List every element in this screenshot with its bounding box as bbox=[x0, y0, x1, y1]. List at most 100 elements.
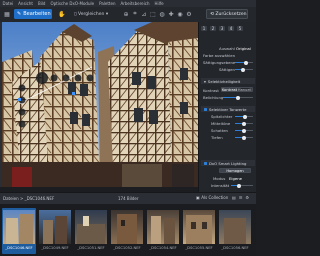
smart-mode-button[interactable]: Homogen bbox=[219, 168, 251, 173]
chevron-down-icon: ▾ bbox=[105, 12, 109, 17]
modus-label: Modus bbox=[213, 176, 226, 181]
menu-bar: Datei Ansicht Bild Optische DxO-Module P… bbox=[0, 0, 256, 7]
pencil-icon: ✎ bbox=[17, 11, 22, 17]
spitzlichter-label: Spitzlichter bbox=[211, 114, 233, 119]
section-smart-lighting[interactable]: DxO Smart Lighting bbox=[201, 160, 255, 166]
belichtung-label: Belichtung bbox=[203, 95, 224, 100]
mitteltone-label: Mitteltöne bbox=[211, 121, 231, 126]
filmstrip-item[interactable]: _DSC1046.NEF bbox=[2, 208, 36, 254]
gear-icon[interactable]: ⚙ bbox=[185, 10, 193, 18]
tab-3[interactable]: 3 bbox=[219, 25, 225, 31]
schatten-label: Schatten bbox=[211, 128, 228, 133]
section-smart-label: DxO Smart Lighting bbox=[209, 160, 247, 166]
zoom-icon[interactable]: ⊕ bbox=[122, 10, 130, 18]
section-tones[interactable]: Selektiver Tonwerte bbox=[201, 106, 255, 112]
sattigung-label: Sättigungsebene bbox=[203, 60, 236, 65]
filmstrip: _DSC1046.NEF _DSC1049.NEF _DSC1051.NEF _… bbox=[0, 204, 256, 256]
intensitat-slider[interactable] bbox=[231, 183, 253, 188]
filmstrip-item[interactable]: _DSC1055.NEF bbox=[182, 208, 216, 254]
toolbar: ▦ ✎ Bearbeiten ✋ ▯ Vergleichen ▾ ⊕ ⌗ ⊿ ⬚… bbox=[0, 7, 256, 23]
hand-icon[interactable]: ✋ bbox=[58, 10, 66, 18]
compare-label: Vergleichen bbox=[77, 12, 105, 17]
mode-option-manuell[interactable]: Manuell bbox=[237, 88, 252, 92]
thumbnail-caption: _DSC1049.NEF bbox=[41, 246, 69, 250]
filmstrip-item[interactable]: _DSC1054.NEF bbox=[146, 208, 180, 254]
filmstrip-item[interactable]: _DSC1051.NEF bbox=[74, 208, 108, 254]
compare-icon: ▯ bbox=[74, 12, 77, 17]
menu-view[interactable]: Ansicht bbox=[16, 1, 36, 6]
mode-toggle[interactable]: Kontrast Manuell bbox=[221, 87, 253, 92]
settings-icon[interactable]: ⚙ bbox=[245, 195, 249, 200]
belichtung-slider[interactable] bbox=[223, 95, 253, 100]
panel-tabs: 1 2 3 4 5 bbox=[199, 22, 256, 34]
tab-1[interactable]: 1 bbox=[201, 25, 207, 31]
menu-file[interactable]: Datei bbox=[0, 1, 16, 6]
compare-dropdown[interactable]: ▯ Vergleichen ▾ bbox=[74, 10, 108, 19]
menu-image[interactable]: Bild bbox=[35, 1, 48, 6]
tiefen-label: Tiefen bbox=[211, 135, 223, 140]
thumbnail-caption: _DSC1055.NEF bbox=[185, 246, 213, 250]
image-count: 174 Bilder bbox=[118, 196, 139, 201]
thumbnail-image bbox=[111, 210, 143, 244]
sattigung-slider[interactable] bbox=[235, 60, 253, 65]
local-adjust-icon[interactable]: ◍ bbox=[158, 10, 166, 18]
tiefen-slider[interactable] bbox=[235, 135, 253, 140]
checkbox-icon[interactable] bbox=[204, 107, 207, 111]
auswahl-value[interactable]: Original bbox=[236, 46, 251, 51]
photo-image bbox=[2, 22, 198, 187]
modus-value[interactable]: Eigene bbox=[229, 176, 242, 181]
thumbnail-caption: _DSC1046.NEF bbox=[5, 246, 33, 250]
thumbnail-caption: _DSC1052.NEF bbox=[113, 246, 141, 250]
collection-label: Als Collection bbox=[201, 195, 229, 200]
collection-button[interactable]: ▣ Als Collection bbox=[196, 195, 228, 200]
tab-4[interactable]: 4 bbox=[228, 25, 234, 31]
perspective-icon[interactable]: ⬚ bbox=[149, 10, 157, 18]
checkbox-icon[interactable] bbox=[204, 161, 207, 165]
thumbnail-caption: _DSC1056.NEF bbox=[221, 246, 249, 250]
mitteltone-slider[interactable] bbox=[235, 121, 253, 126]
menu-help[interactable]: Hilfe bbox=[152, 1, 166, 6]
filmstrip-item[interactable]: _DSC1049.NEF bbox=[38, 208, 72, 254]
app-window: Datei Ansicht Bild Optische DxO-Module P… bbox=[0, 0, 256, 256]
section-tones-label: Selektiver Tonwerte bbox=[209, 106, 247, 112]
section-light-label: Selektivhelligkeit bbox=[207, 78, 241, 84]
filmstrip-item[interactable]: _DSC1052.NEF bbox=[110, 208, 144, 254]
settings-panel: 1 2 3 4 5 Auswahl Original Farbe auswähl… bbox=[198, 22, 256, 192]
reset-icon: ⟲ bbox=[210, 11, 214, 17]
menu-palettes[interactable]: Paletten bbox=[97, 1, 118, 6]
list-view-icon[interactable]: ☰ bbox=[239, 195, 243, 200]
sattigen-label: Sättigen bbox=[219, 67, 235, 72]
photo-viewer[interactable] bbox=[2, 22, 198, 187]
horizon-icon[interactable]: ⊿ bbox=[140, 10, 148, 18]
intensitat-label: Intensität bbox=[211, 183, 230, 188]
thumbnail-image bbox=[219, 210, 251, 244]
crop-icon[interactable]: ⌗ bbox=[131, 10, 139, 18]
grid-icon[interactable]: ▦ bbox=[3, 10, 11, 18]
thumbnail-image bbox=[147, 210, 179, 244]
thumbnail-view-icon[interactable]: ▤ bbox=[232, 195, 236, 200]
mode-option-kontrast[interactable]: Kontrast bbox=[222, 88, 238, 92]
reset-button-label: Zurücksetzen bbox=[215, 11, 247, 17]
thumbnail-caption: _DSC1051.NEF bbox=[77, 246, 105, 250]
repair-icon[interactable]: ✚ bbox=[167, 10, 175, 18]
view-controls: ▤ ☰ ⚙ bbox=[232, 195, 249, 200]
edit-button-label: Bearbeiten bbox=[23, 11, 51, 17]
tab-5[interactable]: 5 bbox=[237, 25, 243, 31]
sattigen-slider[interactable] bbox=[235, 67, 253, 72]
menu-workspace[interactable]: Arbeitsbereich bbox=[118, 1, 152, 6]
breadcrumb[interactable]: Dateien > _DSC1046.NEF bbox=[3, 196, 54, 201]
schatten-slider[interactable] bbox=[235, 128, 253, 133]
red-eye-icon[interactable]: ◉ bbox=[176, 10, 184, 18]
thumbnail-caption: _DSC1054.NEF bbox=[149, 246, 177, 250]
spitzlichter-slider[interactable] bbox=[235, 114, 253, 119]
edit-button[interactable]: ✎ Bearbeiten bbox=[14, 9, 52, 19]
auto-select-label: Farbe auswählen bbox=[203, 53, 236, 58]
menu-optics[interactable]: Optische DxO-Module bbox=[48, 1, 97, 6]
kontrast-label: Kontrast bbox=[203, 88, 219, 93]
chevron-down-icon: ▾ bbox=[204, 78, 206, 84]
section-light[interactable]: ▾ Selektivhelligkeit bbox=[201, 78, 255, 84]
tab-2[interactable]: 2 bbox=[210, 25, 216, 31]
reset-button[interactable]: ⟲ Zurücksetzen bbox=[206, 9, 248, 19]
filmstrip-item[interactable]: _DSC1056.NEF bbox=[218, 208, 252, 254]
smart-mode-label: Homogen bbox=[220, 169, 250, 173]
